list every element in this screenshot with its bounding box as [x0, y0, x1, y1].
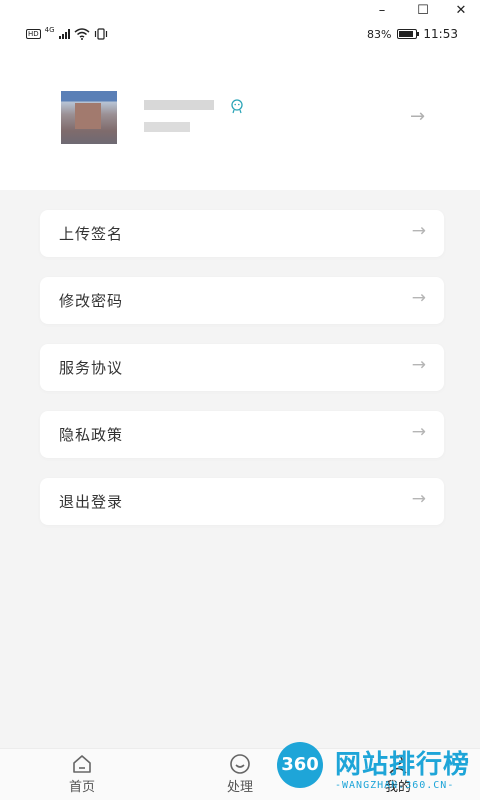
arrow-right-icon: →: [411, 221, 426, 241]
person-icon: [389, 755, 407, 774]
menu-item-label: 上传签名: [59, 225, 124, 243]
menu-item-privacy-policy[interactable]: 隐私政策 →: [40, 411, 444, 458]
menu-item-upload-signature[interactable]: 上传签名 →: [40, 210, 444, 257]
tab-mine[interactable]: 我的: [358, 749, 438, 800]
user-id-redacted: [144, 122, 190, 132]
avatar[interactable]: [61, 91, 117, 144]
menu-item-service-agreement[interactable]: 服务协议 →: [40, 344, 444, 391]
menu-item-change-password[interactable]: 修改密码 →: [40, 277, 444, 324]
menu-item-label: 服务协议: [59, 359, 124, 377]
profile-info: [144, 96, 214, 132]
tab-label: 我的: [384, 780, 411, 795]
clock: 11:53: [423, 27, 458, 41]
menu-item-label: 隐私政策: [59, 426, 124, 444]
settings-menu: 上传签名 → 修改密码 → 服务协议 → 隐私政策 → 退出登录 →: [40, 210, 444, 545]
battery-icon: [397, 29, 420, 39]
smile-icon: [230, 754, 250, 774]
status-left: HD 4G: [26, 26, 108, 40]
close-button[interactable]: ✕: [441, 0, 480, 22]
window-title-bar: – ☐ ✕: [0, 0, 480, 22]
user-name-redacted: [144, 100, 214, 110]
profile-header[interactable]: →: [0, 48, 480, 190]
network-type-label: 4G: [44, 26, 55, 34]
mascot-icon: [229, 98, 245, 114]
profile-arrow-icon[interactable]: →: [410, 106, 425, 127]
minimize-button[interactable]: –: [362, 0, 402, 22]
signal-icon: [58, 29, 70, 39]
tab-home[interactable]: 首页: [42, 749, 122, 800]
tab-label: 首页: [68, 780, 95, 795]
wifi-icon: [74, 28, 90, 40]
home-icon: [73, 755, 91, 773]
arrow-right-icon: →: [411, 422, 426, 442]
menu-item-logout[interactable]: 退出登录 →: [40, 478, 444, 525]
battery-percent: 83%: [366, 27, 392, 41]
hd-icon: HD: [26, 29, 41, 39]
tab-label: 处理: [226, 780, 253, 795]
status-right: 83% 11:53: [367, 27, 458, 41]
menu-item-label: 修改密码: [59, 292, 124, 310]
maximize-button[interactable]: ☐: [403, 0, 443, 22]
arrow-right-icon: →: [411, 489, 426, 509]
status-bar: HD 4G 83% 11:53: [0, 22, 480, 48]
tab-handle[interactable]: 处理: [200, 749, 280, 800]
arrow-right-icon: →: [411, 355, 426, 375]
arrow-right-icon: →: [411, 288, 426, 308]
menu-item-label: 退出登录: [59, 493, 124, 511]
vibrate-icon: [94, 28, 107, 40]
bottom-tab-bar: 首页 处理 我的: [0, 748, 480, 800]
